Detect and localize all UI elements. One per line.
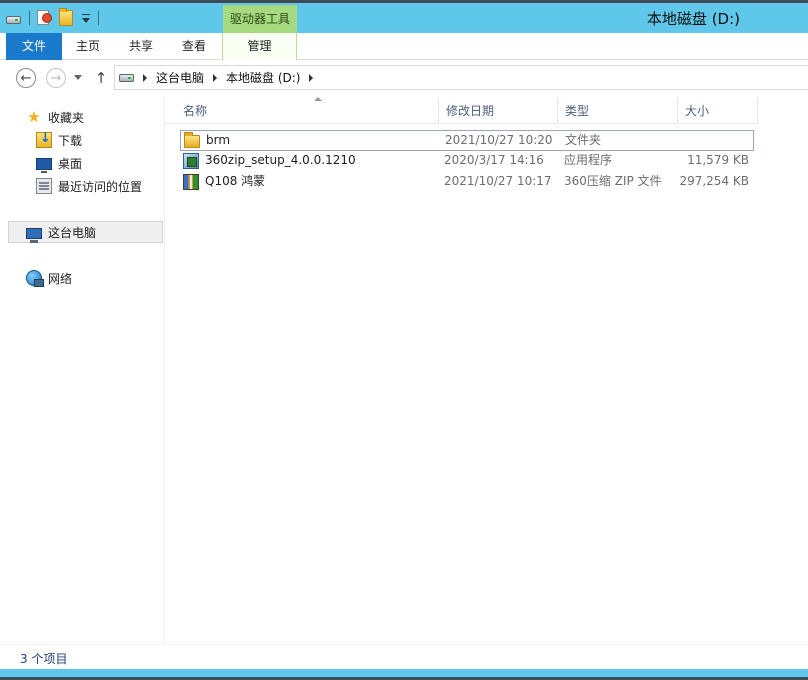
- column-header-name[interactable]: 名称: [176, 97, 439, 123]
- column-header-date[interactable]: 修改日期: [439, 98, 558, 123]
- arrow-right-icon: →: [50, 70, 62, 86]
- file-type: 文件夹: [565, 133, 602, 147]
- network-icon: [26, 270, 44, 287]
- file-size: 11,579 KB: [687, 153, 749, 167]
- new-folder-icon[interactable]: [59, 8, 75, 26]
- quick-access-toolbar: [6, 8, 100, 27]
- zip-archive-icon: [183, 173, 199, 190]
- nav-item-label: 收藏夹: [48, 110, 85, 125]
- nav-item-label: 下载: [58, 133, 83, 148]
- breadcrumb-chevron-icon[interactable]: [143, 73, 147, 82]
- file-list: 名称 修改日期 类型 大小 brm 2021/10/27 10:20 文件夹 3…: [165, 96, 808, 644]
- back-button[interactable]: ←: [16, 68, 36, 88]
- toolbar-separator: [29, 11, 30, 25]
- column-header-size[interactable]: 大小: [678, 98, 758, 123]
- nav-item-recent-places[interactable]: 最近访问的位置: [36, 175, 142, 197]
- file-name-cell: 360zip_setup_4.0.0.1210: [183, 151, 356, 170]
- file-date: 2020/3/17 14:16: [444, 153, 544, 167]
- file-name: 360zip_setup_4.0.0.1210: [205, 153, 356, 167]
- file-size: [679, 131, 750, 150]
- file-name-cell: brm: [184, 131, 230, 150]
- file-name: brm: [206, 133, 231, 147]
- ribbon-tabs: 文件 主页 共享 查看 管理: [0, 33, 808, 60]
- column-header-label: 类型: [565, 104, 590, 118]
- nav-item-label: 这台电脑: [48, 225, 97, 240]
- nav-item-this-pc[interactable]: 这台电脑: [8, 221, 163, 243]
- nav-item-desktop[interactable]: 桌面: [36, 152, 82, 174]
- column-header-label: 大小: [685, 104, 710, 118]
- toolbar-separator: [98, 11, 99, 25]
- star-icon: ★: [27, 108, 41, 126]
- file-name: Q108 鸿蒙: [205, 174, 266, 188]
- properties-icon[interactable]: [37, 10, 53, 26]
- breadcrumb-drive-d[interactable]: 本地磁盘 (D:): [226, 69, 300, 86]
- nav-item-downloads[interactable]: 下载: [36, 129, 82, 151]
- desktop-icon: [36, 158, 52, 173]
- folder-icon: [184, 132, 200, 148]
- table-row[interactable]: 360zip_setup_4.0.0.1210 2020/3/17 14:16 …: [180, 151, 754, 172]
- up-button[interactable]: ↑: [93, 68, 109, 88]
- address-row: ← → ↑ 这台电脑 本地磁盘 (D:): [0, 60, 808, 96]
- customize-caret-icon[interactable]: [81, 11, 91, 25]
- tab-file[interactable]: 文件: [6, 33, 62, 60]
- installer-icon: [183, 152, 199, 169]
- nav-item-network[interactable]: 网络: [26, 267, 72, 289]
- breadcrumb-this-pc[interactable]: 这台电脑: [156, 69, 204, 86]
- header-divider: [165, 123, 758, 124]
- arrow-left-icon: ←: [20, 70, 32, 86]
- window-bottom-border: [0, 669, 808, 677]
- computer-icon: [26, 227, 42, 243]
- file-type: 360压缩 ZIP 文件: [564, 174, 662, 188]
- column-header-type[interactable]: 类型: [558, 98, 678, 123]
- file-size: 297,254 KB: [679, 174, 749, 188]
- file-name-cell: Q108 鸿蒙: [183, 172, 265, 191]
- drive-tools-context-tab: 驱动器工具: [223, 5, 297, 33]
- table-row[interactable]: brm 2021/10/27 10:20 文件夹: [180, 130, 754, 151]
- drive-icon: [119, 73, 134, 82]
- tab-view[interactable]: 查看: [170, 33, 218, 60]
- sort-ascending-icon: [314, 97, 322, 101]
- forward-button[interactable]: →: [46, 68, 66, 88]
- breadcrumb-chevron-icon[interactable]: [213, 73, 218, 82]
- column-header-label: 修改日期: [446, 104, 495, 118]
- table-row[interactable]: Q108 鸿蒙 2021/10/27 10:17 360压缩 ZIP 文件 29…: [180, 172, 754, 193]
- title-bar: 驱动器工具 本地磁盘 (D:): [0, 0, 808, 33]
- address-bar[interactable]: 这台电脑 本地磁盘 (D:): [114, 65, 808, 90]
- tab-share[interactable]: 共享: [116, 33, 166, 60]
- nav-item-label: 最近访问的位置: [58, 179, 143, 194]
- nav-item-label: 桌面: [58, 156, 83, 171]
- window-title: 本地磁盘 (D:): [646, 10, 740, 28]
- nav-item-favorites[interactable]: ★ 收藏夹: [26, 106, 84, 128]
- column-header-label: 名称: [183, 104, 208, 118]
- nav-item-label: 网络: [48, 271, 73, 286]
- download-folder-icon: [36, 131, 52, 148]
- breadcrumb-chevron-icon[interactable]: [309, 73, 314, 82]
- file-date: 2021/10/27 10:20: [445, 133, 553, 147]
- file-date: 2021/10/27 10:17: [444, 174, 552, 188]
- navigation-pane: ★ 收藏夹 下载 桌面 最近访问的位置 这台电脑 网络: [0, 96, 165, 644]
- drive-icon[interactable]: [6, 10, 22, 26]
- item-count: 3 个项目: [20, 652, 68, 666]
- file-type: 应用程序: [564, 153, 613, 167]
- arrow-up-icon: ↑: [94, 69, 108, 87]
- recent-places-icon: [36, 178, 52, 194]
- status-bar: 3 个项目: [0, 644, 808, 669]
- tab-manage[interactable]: 管理: [222, 33, 297, 60]
- tab-home[interactable]: 主页: [64, 33, 112, 60]
- recent-locations-caret-icon[interactable]: [74, 75, 82, 80]
